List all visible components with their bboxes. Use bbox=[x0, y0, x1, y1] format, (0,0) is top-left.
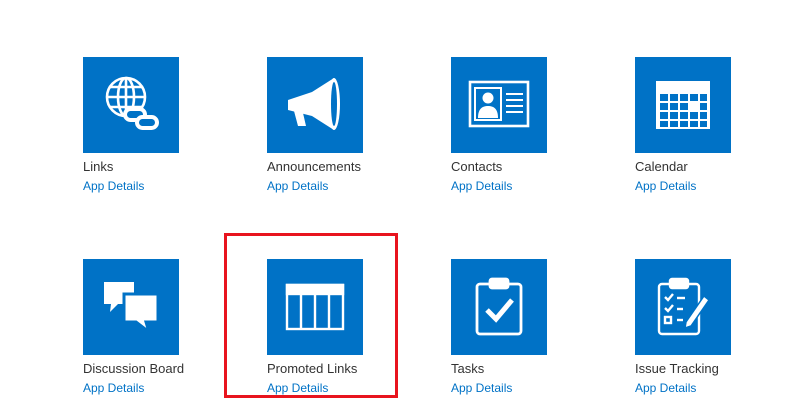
app-details-link[interactable]: App Details bbox=[635, 179, 785, 194]
links-tile-icon[interactable] bbox=[83, 57, 179, 153]
clipboard-check-icon bbox=[475, 277, 523, 336]
app-tile-announcements[interactable]: Announcements App Details bbox=[267, 57, 417, 194]
app-tile-issue-tracking[interactable]: Issue Tracking App Details bbox=[635, 259, 785, 396]
app-tile-links[interactable]: Links App Details bbox=[83, 57, 233, 194]
app-tile-contacts[interactable]: Contacts App Details bbox=[451, 57, 601, 194]
app-name[interactable]: Issue Tracking bbox=[635, 361, 785, 377]
discussion-board-tile-icon[interactable] bbox=[83, 259, 179, 355]
calendar-icon bbox=[656, 81, 710, 129]
app-details-link[interactable]: App Details bbox=[451, 179, 601, 194]
app-name[interactable]: Tasks bbox=[451, 361, 601, 377]
app-details-link[interactable]: App Details bbox=[635, 381, 785, 396]
selection-highlight-box bbox=[224, 233, 398, 398]
app-name[interactable]: Calendar bbox=[635, 159, 785, 175]
app-tile-discussion-board[interactable]: Discussion Board App Details bbox=[83, 259, 233, 396]
megaphone-icon bbox=[288, 78, 340, 130]
app-name[interactable]: Announcements bbox=[267, 159, 417, 175]
app-details-link[interactable]: App Details bbox=[83, 179, 233, 194]
contacts-tile-icon[interactable] bbox=[451, 57, 547, 153]
announcements-tile-icon[interactable] bbox=[267, 57, 363, 153]
app-name[interactable]: Discussion Board bbox=[83, 361, 233, 377]
app-tile-calendar[interactable]: Calendar App Details bbox=[635, 57, 785, 194]
app-details-link[interactable]: App Details bbox=[451, 381, 601, 396]
chat-bubbles-icon bbox=[104, 282, 160, 337]
app-tile-tasks[interactable]: Tasks App Details bbox=[451, 259, 601, 396]
issue-tracking-tile-icon[interactable] bbox=[635, 259, 731, 355]
app-details-link[interactable]: App Details bbox=[83, 381, 233, 396]
app-details-link[interactable]: App Details bbox=[267, 179, 417, 194]
app-name[interactable]: Contacts bbox=[451, 159, 601, 175]
tasks-tile-icon[interactable] bbox=[451, 259, 547, 355]
calendar-tile-icon[interactable] bbox=[635, 57, 731, 153]
globe-chain-links-icon bbox=[105, 76, 159, 130]
app-name[interactable]: Links bbox=[83, 159, 233, 175]
checklist-pencil-icon bbox=[657, 277, 711, 336]
contact-card-icon bbox=[468, 80, 530, 128]
